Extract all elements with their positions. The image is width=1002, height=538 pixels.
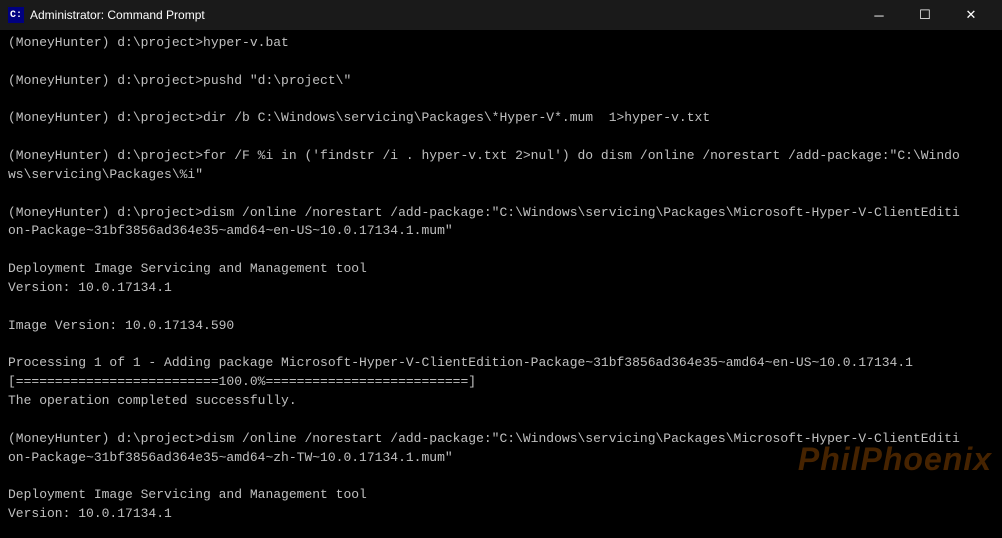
window-title: Administrator: Command Prompt (30, 8, 205, 22)
terminal-body: (MoneyHunter) d:\project>hyper-v.bat (Mo… (0, 30, 1002, 538)
title-bar: C: Administrator: Command Prompt ─ ☐ ✕ (0, 0, 1002, 30)
terminal-line (8, 53, 994, 72)
title-bar-left: C: Administrator: Command Prompt (8, 7, 205, 23)
terminal-line: Deployment Image Servicing and Managemen… (8, 486, 994, 505)
terminal-line (8, 298, 994, 317)
terminal-output: (MoneyHunter) d:\project>hyper-v.bat (Mo… (8, 34, 994, 538)
cmd-icon-graphic: C: (8, 7, 24, 23)
terminal-line: (MoneyHunter) d:\project>pushd "d:\proje… (8, 72, 994, 91)
terminal-line: Processing 1 of 1 - Adding package Micro… (8, 354, 994, 373)
terminal-line (8, 241, 994, 260)
terminal-line (8, 411, 994, 430)
terminal-line: Deployment Image Servicing and Managemen… (8, 260, 994, 279)
terminal-line: The operation completed successfully. (8, 392, 994, 411)
terminal-line: (MoneyHunter) d:\project>hyper-v.bat (8, 34, 994, 53)
terminal-line (8, 91, 994, 110)
terminal-line: Version: 10.0.17134.1 (8, 505, 994, 524)
restore-button[interactable]: ☐ (902, 0, 948, 30)
app-icon: C: (8, 7, 24, 23)
terminal-line (8, 336, 994, 355)
terminal-line: [==========================100.0%=======… (8, 373, 994, 392)
terminal-line: (MoneyHunter) d:\project>dism /online /n… (8, 204, 994, 242)
terminal-line: (MoneyHunter) d:\project>dir /b C:\Windo… (8, 109, 994, 128)
terminal-line: (MoneyHunter) d:\project>dism /online /n… (8, 430, 994, 468)
terminal-line (8, 185, 994, 204)
terminal-line: Version: 10.0.17134.1 (8, 279, 994, 298)
terminal-line: Image Version: 10.0.17134.590 (8, 317, 994, 336)
window-controls[interactable]: ─ ☐ ✕ (856, 0, 994, 30)
minimize-button[interactable]: ─ (856, 0, 902, 30)
terminal-line: (MoneyHunter) d:\project>for /F %i in ('… (8, 147, 994, 185)
terminal-line (8, 128, 994, 147)
close-button[interactable]: ✕ (948, 0, 994, 30)
terminal-line (8, 467, 994, 486)
terminal-line (8, 524, 994, 538)
